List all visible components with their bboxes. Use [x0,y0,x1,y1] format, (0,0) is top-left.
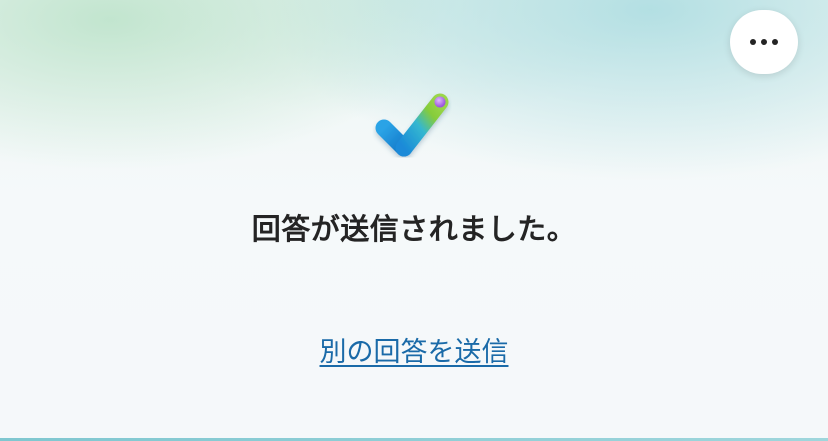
more-options-button[interactable] [730,10,798,74]
more-horizontal-icon [750,39,778,45]
checkmark-icon [375,93,449,157]
submit-another-response-link[interactable]: 別の回答を送信 [320,337,509,368]
confirmation-title: 回答が送信されました。 [251,212,577,246]
submit-another-response-container: 別の回答を送信 [0,330,828,369]
